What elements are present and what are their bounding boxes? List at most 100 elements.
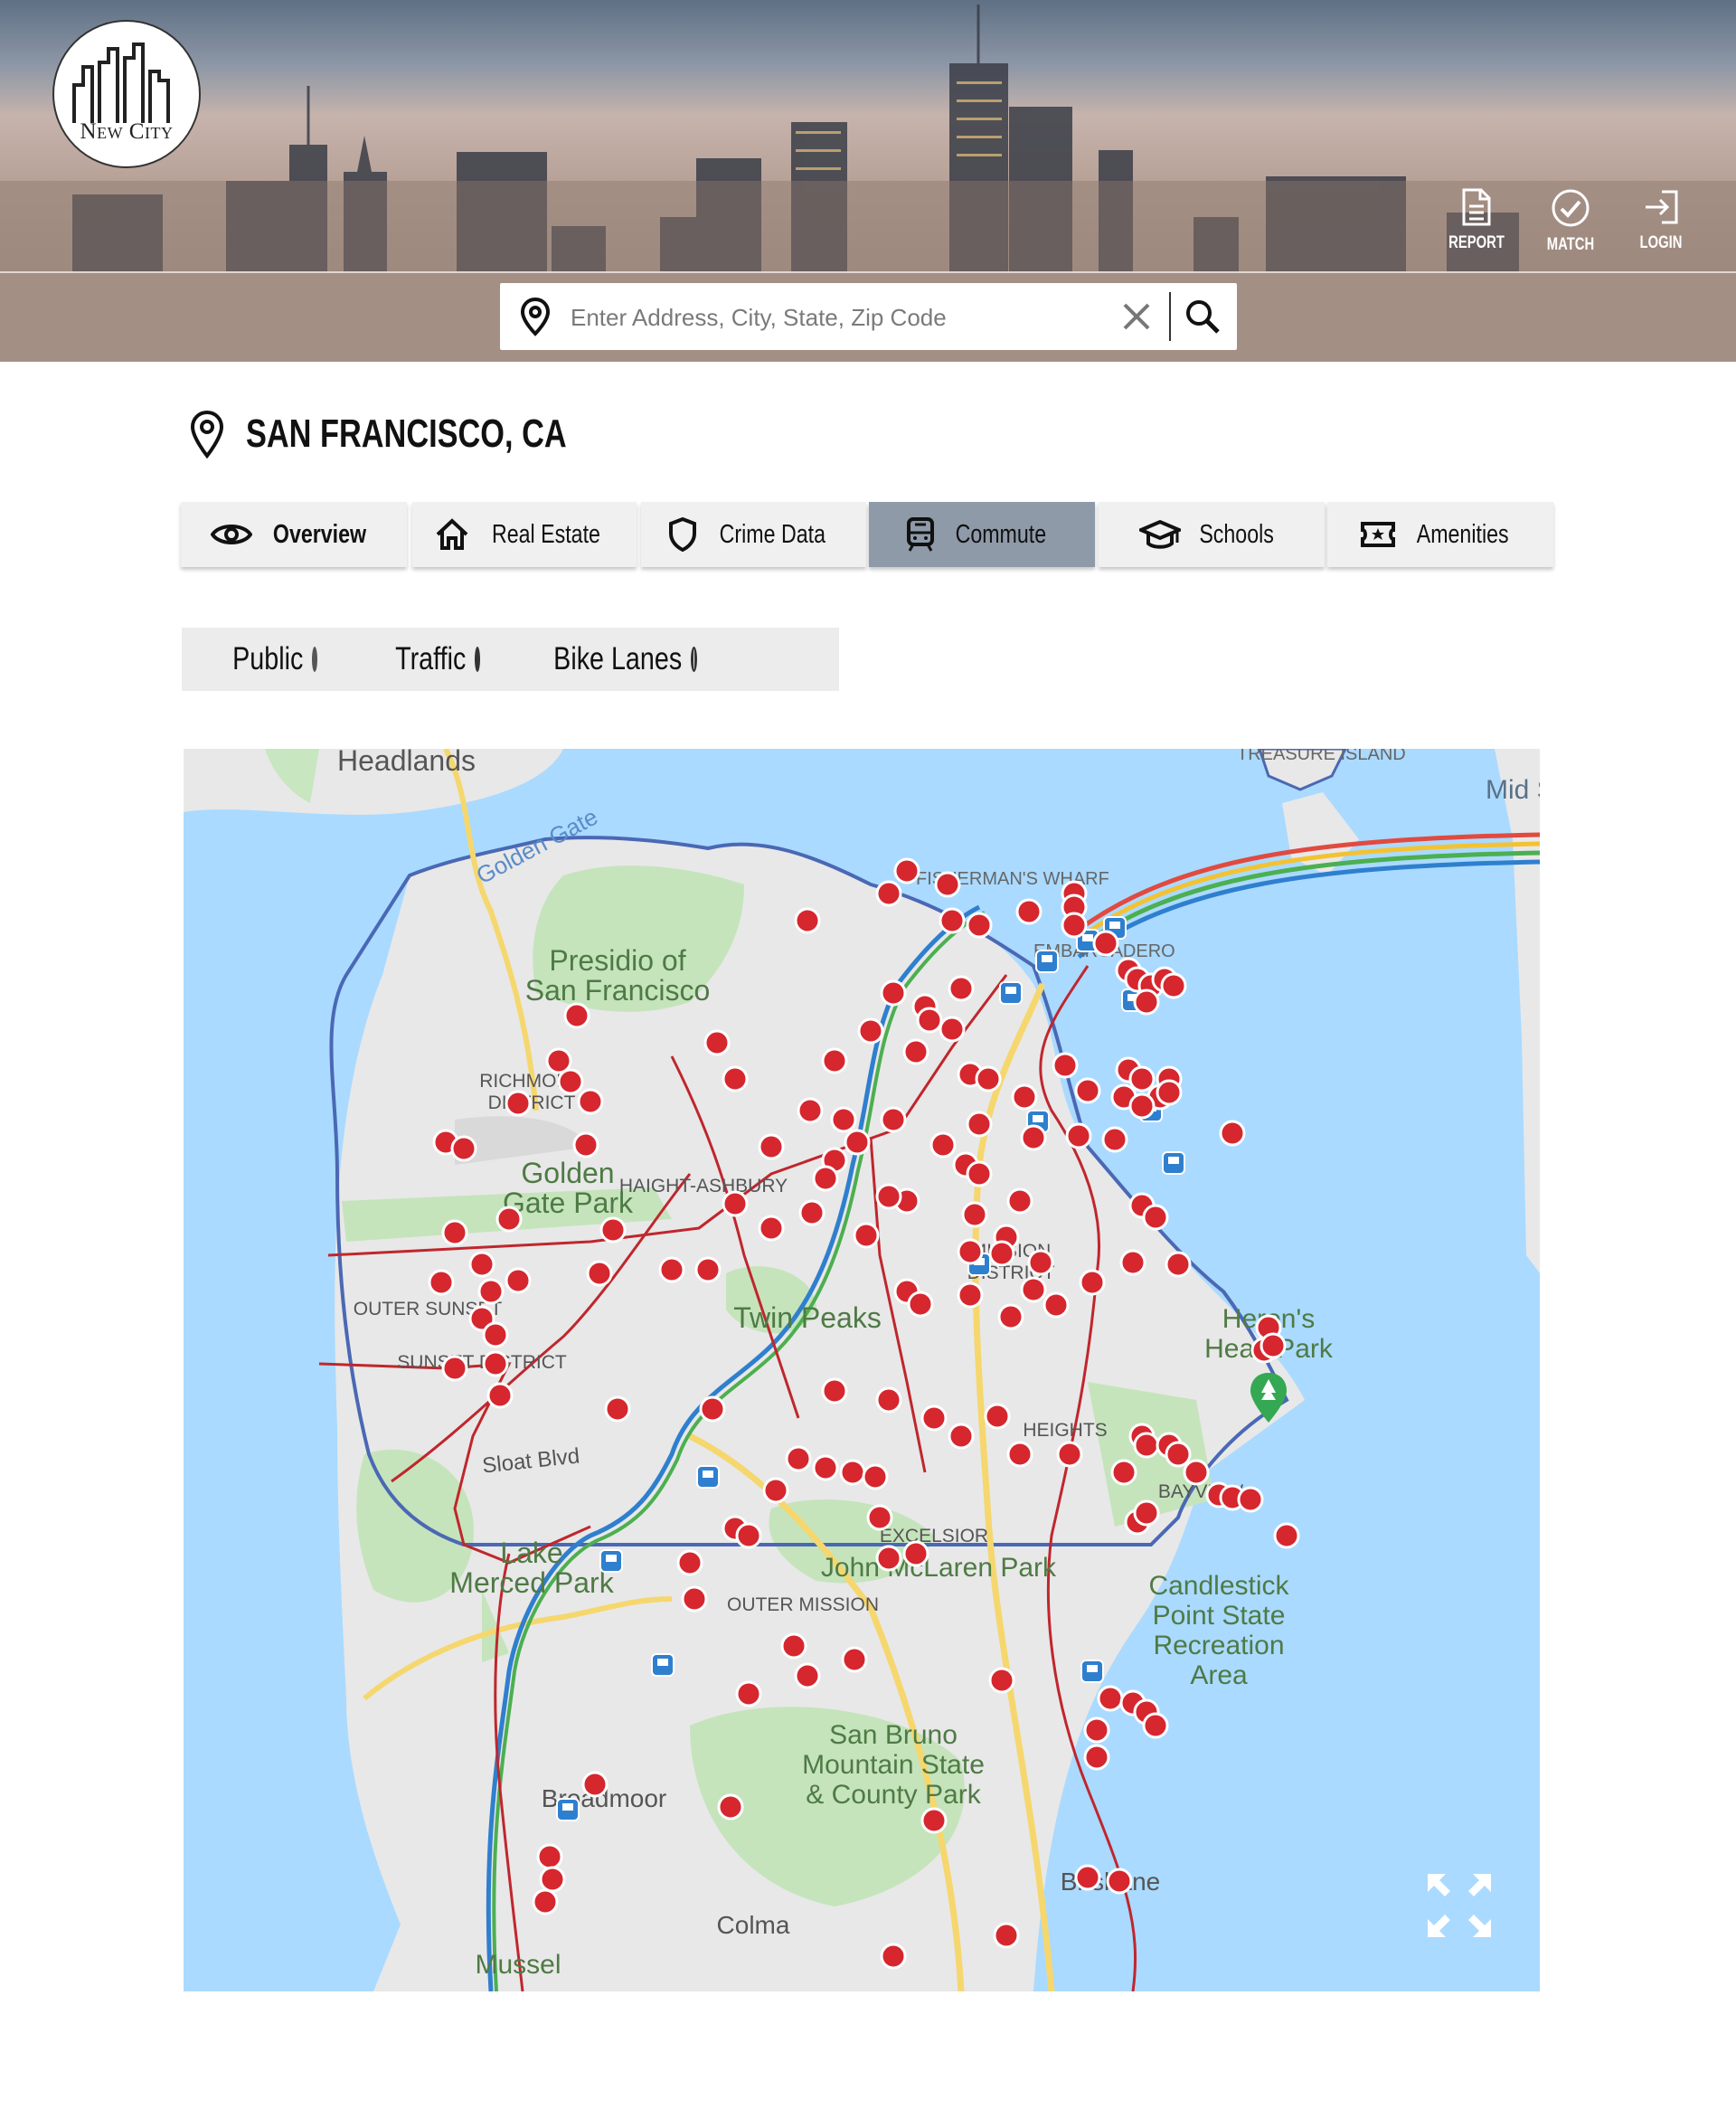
transit-stop-marker[interactable] (586, 1260, 613, 1287)
transit-stop-marker[interactable] (482, 1321, 509, 1348)
transit-stop-marker[interactable] (966, 1160, 993, 1187)
tab-commute[interactable]: Commute (869, 502, 1095, 567)
transit-stop-marker[interactable] (934, 871, 961, 898)
transit-stop-marker[interactable] (486, 1382, 514, 1409)
transit-stop-marker[interactable] (988, 1240, 1015, 1267)
transit-stop-marker[interactable] (599, 1216, 627, 1244)
transit-stop-marker[interactable] (505, 1090, 532, 1117)
transit-stop-marker[interactable] (780, 1632, 807, 1660)
transit-stop-marker[interactable] (604, 1395, 631, 1423)
transit-stop-marker[interactable] (735, 1522, 762, 1549)
tab-real-estate[interactable]: Real Estate (412, 502, 637, 567)
transit-stop-marker[interactable] (857, 1017, 884, 1045)
bart-station-icon[interactable] (696, 1465, 720, 1489)
transit-stop-marker[interactable] (717, 1793, 744, 1821)
transit-stop-marker[interactable] (993, 1922, 1020, 1949)
transit-stop-marker[interactable] (1020, 1276, 1047, 1303)
transit-stop-marker[interactable] (428, 1269, 455, 1296)
transit-stop-marker[interactable] (539, 1866, 566, 1893)
transit-stop-marker[interactable] (862, 1463, 889, 1490)
bart-station-icon[interactable] (999, 981, 1023, 1005)
transit-stop-marker[interactable] (658, 1256, 685, 1283)
transit-stop-marker[interactable] (1027, 1249, 1054, 1276)
layer-public-radio[interactable]: Public (227, 628, 317, 691)
transit-stop-marker[interactable] (1110, 1459, 1137, 1486)
search-icon[interactable] (1184, 298, 1221, 335)
transit-stop-marker[interactable] (853, 1222, 880, 1249)
transit-stop-marker[interactable] (902, 1540, 929, 1567)
transit-stop-marker[interactable] (1133, 988, 1160, 1016)
transit-stop-marker[interactable] (966, 912, 993, 939)
transit-stop-marker[interactable] (785, 1445, 812, 1472)
bart-station-icon[interactable] (1080, 1660, 1104, 1683)
transit-stop-marker[interactable] (794, 1662, 821, 1689)
transit-stop-marker[interactable] (957, 1281, 984, 1309)
bart-station-icon[interactable] (651, 1653, 675, 1677)
transit-stop-marker[interactable] (482, 1350, 509, 1377)
transit-stop-marker[interactable] (1156, 1079, 1183, 1106)
transit-stop-marker[interactable] (880, 1943, 907, 1970)
transit-stop-marker[interactable] (920, 1807, 948, 1834)
transit-stop-marker[interactable] (722, 1065, 749, 1092)
transit-stop-marker[interactable] (893, 857, 920, 884)
transit-stop-marker[interactable] (844, 1129, 871, 1156)
tab-schools[interactable]: Schools (1099, 502, 1325, 567)
city-logo[interactable]: New City (52, 20, 201, 168)
transit-stop-marker[interactable] (798, 1199, 826, 1226)
transit-stop-marker[interactable] (1006, 1441, 1033, 1468)
transit-stop-marker[interactable] (821, 1047, 848, 1074)
transit-stop-marker[interactable] (495, 1206, 523, 1233)
transit-stop-marker[interactable] (1119, 1249, 1146, 1276)
transit-stop-marker[interactable] (1183, 1459, 1210, 1486)
bart-station-icon[interactable] (1162, 1151, 1185, 1175)
transit-stop-marker[interactable] (797, 1097, 824, 1124)
transit-stop-marker[interactable] (957, 1238, 984, 1265)
transit-stop-marker[interactable] (997, 1303, 1024, 1330)
transit-stop-marker[interactable] (694, 1256, 722, 1283)
transit-stop-marker[interactable] (1083, 1744, 1110, 1771)
transit-stop-marker[interactable] (1142, 1712, 1169, 1739)
transit-stop-marker[interactable] (477, 1278, 505, 1305)
transit-stop-marker[interactable] (735, 1680, 762, 1707)
match-button[interactable]: MATCH (1534, 188, 1607, 255)
transit-stop-marker[interactable] (468, 1251, 495, 1278)
clear-icon[interactable] (1120, 300, 1153, 333)
transit-stop-marker[interactable] (1128, 1065, 1156, 1092)
bart-station-icon[interactable] (599, 1549, 623, 1573)
transit-stop-marker[interactable] (1219, 1120, 1246, 1147)
transit-stop-marker[interactable] (939, 907, 966, 934)
tab-overview[interactable]: Overview (181, 502, 407, 567)
transit-stop-marker[interactable] (975, 1065, 1002, 1092)
transit-stop-marker[interactable] (1165, 1441, 1192, 1468)
transit-stop-marker[interactable] (1079, 1269, 1106, 1296)
transit-stop-marker[interactable] (1237, 1486, 1264, 1513)
transit-stop-marker[interactable] (1065, 1122, 1092, 1149)
transit-stop-marker[interactable] (441, 1355, 468, 1382)
transit-stop-marker[interactable] (758, 1215, 785, 1242)
layer-traffic-radio[interactable]: Traffic (381, 628, 480, 691)
bart-station-icon[interactable] (1035, 950, 1059, 973)
transit-stop-marker[interactable] (966, 1111, 993, 1138)
transit-stop-marker[interactable] (1074, 1077, 1101, 1104)
transit-stop-marker[interactable] (907, 1291, 934, 1318)
transit-stop-marker[interactable] (1006, 1187, 1033, 1215)
transit-stop-marker[interactable] (929, 1131, 957, 1159)
transit-stop-marker[interactable] (1083, 1717, 1110, 1744)
transit-stop-marker[interactable] (758, 1133, 785, 1160)
transit-stop-marker[interactable] (875, 1183, 902, 1210)
transit-stop-marker[interactable] (699, 1395, 726, 1423)
transit-stop-marker[interactable] (1015, 898, 1043, 925)
transit-stop-marker[interactable] (581, 1771, 609, 1798)
transit-stop-marker[interactable] (1061, 912, 1088, 939)
transit-stop-marker[interactable] (722, 1190, 749, 1217)
transit-stop-marker[interactable] (1092, 930, 1119, 957)
transit-stop-marker[interactable] (988, 1667, 1015, 1694)
transit-stop-marker[interactable] (841, 1646, 868, 1673)
transit-stop-marker[interactable] (880, 1106, 907, 1133)
transit-stop-marker[interactable] (681, 1585, 708, 1612)
transit-stop-marker[interactable] (572, 1131, 599, 1159)
commute-map[interactable]: Headlands Golden Gate TREASURE ISLAND Mi… (184, 749, 1540, 1991)
transit-stop-marker[interactable] (676, 1549, 703, 1576)
transit-stop-marker[interactable] (1043, 1291, 1070, 1319)
transit-stop-marker[interactable] (812, 1454, 839, 1481)
